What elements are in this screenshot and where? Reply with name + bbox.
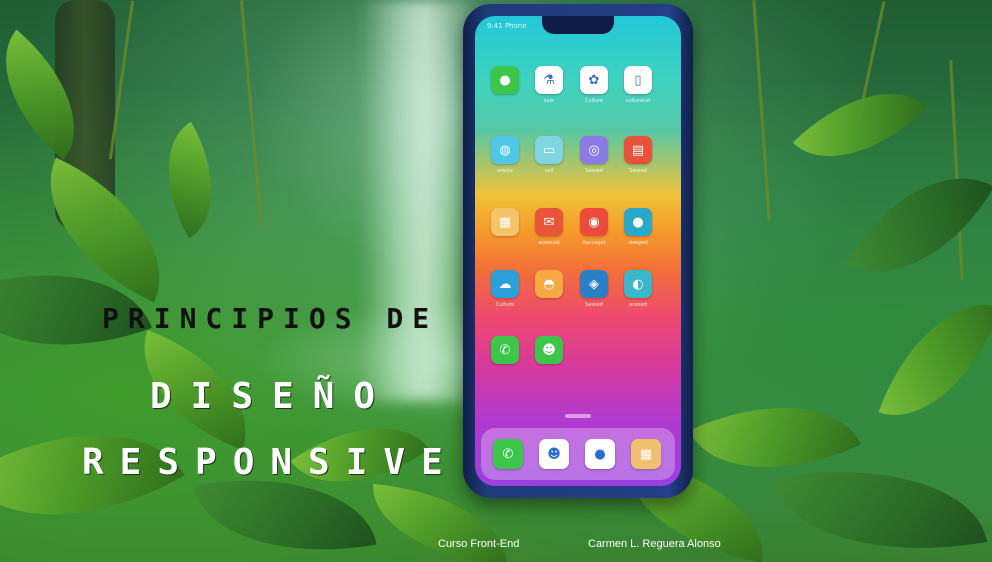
title-line-2: DISEÑO [150, 376, 395, 417]
app-label: Sessed [585, 168, 603, 174]
course-name: Curso Front-End [438, 538, 520, 550]
app-label: Sessed [629, 168, 647, 174]
dock-phone-icon[interactable]: ✆ [493, 439, 523, 469]
vine [949, 60, 964, 280]
folder-icon[interactable]: ▦ [491, 208, 519, 236]
app-label: Culture [584, 98, 604, 104]
app-label: acsessid [538, 240, 560, 246]
dock-profile-icon[interactable]: ☻ [539, 439, 569, 469]
app-label: oreste [497, 168, 513, 174]
app-label: acesed [629, 302, 647, 308]
notes-icon[interactable]: ▯ [624, 66, 652, 94]
card-icon[interactable]: ▭ [535, 136, 563, 164]
contacts-icon[interactable]: ☻ [535, 336, 563, 364]
title-slide: PRINCIPIOS DE DISEÑO RESPONSIVE 9:41 Pho… [0, 0, 992, 562]
leaf [846, 141, 992, 309]
chat-icon[interactable]: ● [624, 208, 652, 236]
leaf [878, 280, 992, 440]
author-name: Carmen L. Reguera Alonso [588, 538, 721, 550]
phone-notch [542, 16, 614, 34]
app-label: sale [543, 98, 555, 104]
reader-icon[interactable]: ▤ [624, 136, 652, 164]
messages-icon[interactable]: ● [491, 66, 519, 94]
app-label: Culture [495, 302, 515, 308]
compass-icon[interactable]: ◐ [624, 270, 652, 298]
status-bar: 9:41 Phone [487, 22, 527, 30]
weather-icon[interactable]: ◍ [491, 136, 519, 164]
page-indicator [565, 414, 591, 418]
clock-icon[interactable]: ◎ [580, 136, 608, 164]
phone-dock: ✆ ☻ ● ▦ [481, 428, 675, 480]
app-label: culturelist [625, 98, 651, 104]
leaf [792, 57, 928, 193]
maps-icon[interactable]: ◈ [580, 270, 608, 298]
title-line-3: RESPONSIVE [82, 442, 459, 483]
app-label: Aacusgot [582, 240, 606, 246]
camera-icon[interactable]: ◉ [580, 208, 608, 236]
dock-messages-icon[interactable]: ● [585, 439, 615, 469]
phone-icon[interactable]: ✆ [491, 336, 519, 364]
app-label: sell [544, 168, 554, 174]
photos-icon[interactable]: ✿ [580, 66, 608, 94]
smartphone-illustration: 9:41 Phone ● ⚗ sale ✿ Culture ▯ culturelist ◍ or… [463, 4, 693, 498]
app-label: Sessed [585, 302, 603, 308]
mail-icon[interactable]: ✉ [535, 208, 563, 236]
leaf [139, 121, 241, 239]
dock-gallery-icon[interactable]: ▦ [631, 439, 661, 469]
tool-icon[interactable]: ⚗ [535, 66, 563, 94]
bag-icon[interactable]: ◓ [535, 270, 563, 298]
cloud-icon[interactable]: ☁ [491, 270, 519, 298]
app-label: sleeped [628, 240, 648, 246]
vine [752, 0, 771, 220]
title-line-1: PRINCIPIOS DE [102, 302, 439, 335]
phone-screen: 9:41 Phone ● ⚗ sale ✿ Culture ▯ culturelist ◍ or… [475, 16, 681, 486]
vine [239, 0, 264, 230]
